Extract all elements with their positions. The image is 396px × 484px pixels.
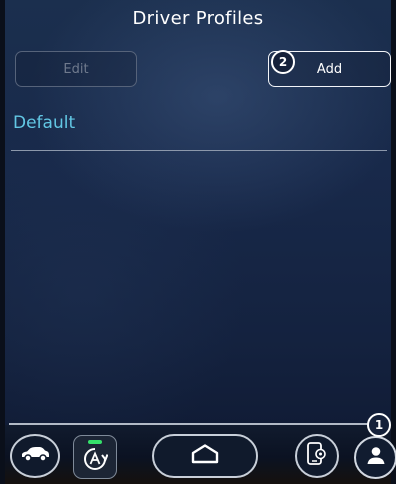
car-icon: [19, 445, 51, 467]
screen: Driver Profiles Edit Add Default 2 1: [5, 0, 396, 484]
edit-button[interactable]: Edit: [15, 51, 137, 87]
auto-drive-icon: [82, 446, 109, 476]
profile-item-default[interactable]: Default: [13, 113, 75, 133]
page-title: Driver Profiles: [132, 8, 264, 29]
auto-drive-button[interactable]: [73, 435, 117, 479]
profile-button[interactable]: [354, 436, 396, 479]
phone-settings-button[interactable]: [295, 434, 339, 478]
home-button[interactable]: [152, 434, 258, 478]
car-button[interactable]: [10, 434, 60, 478]
callout-badge-1: 1: [367, 413, 391, 437]
divider: [11, 150, 387, 151]
phone-settings-icon: [305, 441, 329, 471]
callout-badge-2: 2: [271, 50, 295, 74]
active-indicator: [88, 440, 102, 444]
home-icon: [190, 443, 220, 469]
profile-icon: [365, 445, 387, 471]
